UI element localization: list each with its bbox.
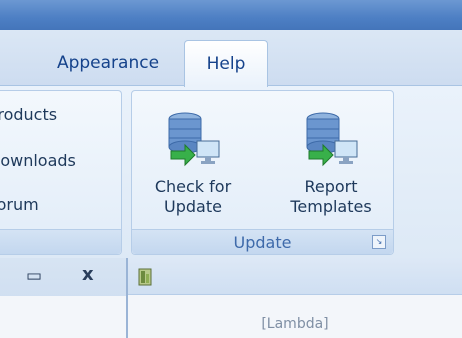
- report-templates-button[interactable]: Report Templates: [280, 111, 382, 231]
- tab-help[interactable]: Help: [184, 40, 268, 87]
- side-pane: ▭ x: [0, 258, 128, 338]
- update-group-label: Update: [233, 233, 292, 252]
- report-templates-label-line1: Report: [304, 177, 358, 196]
- downloads-link[interactable]: Downloads: [0, 151, 76, 170]
- check-for-update-label-line2: Update: [164, 197, 222, 216]
- products-link[interactable]: Products: [0, 105, 57, 124]
- document-icon[interactable]: [138, 268, 152, 286]
- ribbon-group-links-footer: [0, 229, 121, 254]
- ribbon-group-links: Products Downloads Forum: [0, 90, 122, 255]
- side-pane-content: [0, 296, 126, 338]
- check-for-update-label-line1: Check for: [154, 177, 232, 196]
- tab-appearance-label: Appearance: [56, 53, 160, 73]
- ribbon-panel: Products Downloads Forum Check for Upda: [0, 85, 462, 258]
- window-restore-icon[interactable]: ▭: [26, 266, 42, 286]
- ribbon-group-update-footer: Update ↘: [132, 229, 393, 254]
- workspace: ▭ x [Lambda]: [0, 258, 462, 338]
- report-templates-label-line2: Templates: [290, 197, 372, 216]
- ribbon-tab-strip: Appearance Help: [0, 30, 462, 87]
- database-update-icon: [168, 112, 220, 167]
- tab-appearance[interactable]: Appearance: [28, 40, 188, 86]
- document-toolbar: [128, 258, 462, 295]
- dialog-launcher-icon[interactable]: ↘: [372, 235, 386, 249]
- forum-link[interactable]: Forum: [0, 195, 39, 214]
- tab-help-label: Help: [206, 54, 246, 74]
- close-icon[interactable]: x: [82, 264, 94, 285]
- check-for-update-button[interactable]: Check for Update: [142, 111, 244, 231]
- document-pane: [Lambda]: [128, 258, 462, 338]
- ribbon-group-update: Check for Update Report Templates Update…: [131, 90, 394, 255]
- lambda-placeholder: [Lambda]: [261, 316, 329, 332]
- window-title-bar: [0, 0, 462, 30]
- database-templates-icon: [306, 112, 358, 167]
